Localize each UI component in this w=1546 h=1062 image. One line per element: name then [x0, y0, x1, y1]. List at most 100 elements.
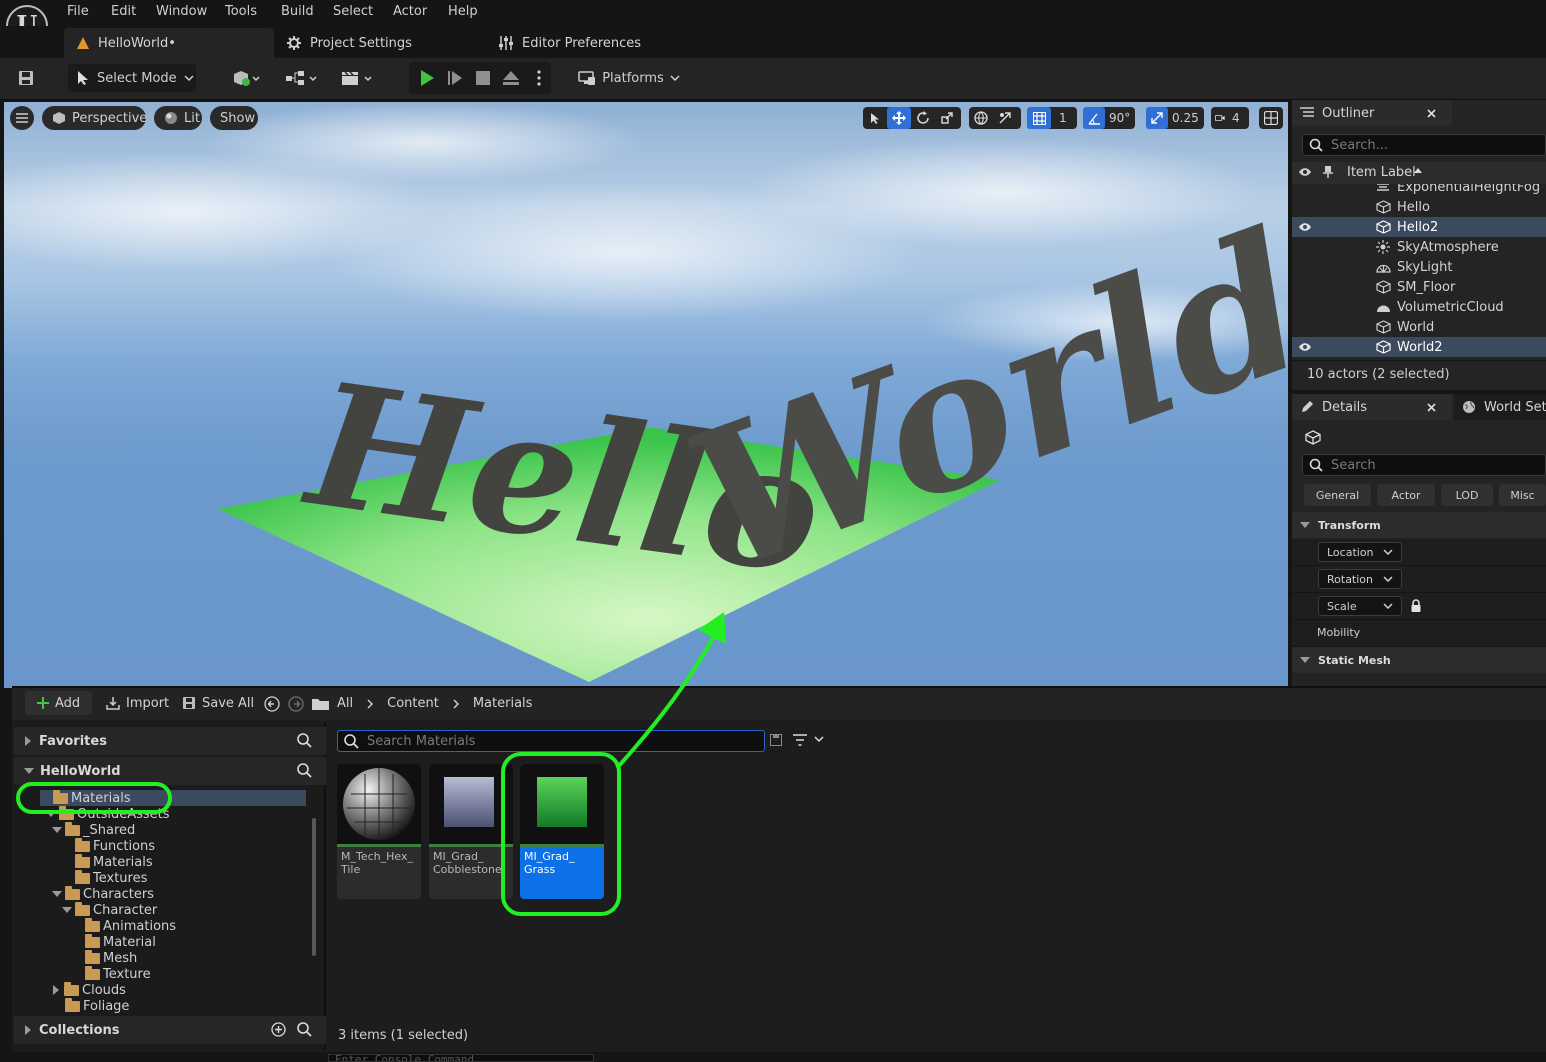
project-header[interactable]: HelloWorld	[14, 757, 326, 785]
scale-tool[interactable]	[935, 107, 959, 129]
outliner-row[interactable]: ExponentialHeightFog	[1292, 184, 1546, 197]
lit-button[interactable]: Lit	[154, 106, 202, 130]
tree-item[interactable]: Functions	[75, 837, 155, 854]
outliner-row[interactable]: SkyAtmosphere	[1292, 237, 1546, 257]
world-settings-tab[interactable]: World Settin	[1454, 394, 1546, 420]
collections-header[interactable]: Collections	[14, 1016, 326, 1044]
import-button[interactable]: Import	[106, 691, 169, 715]
scale-dropdown[interactable]: Scale	[1318, 596, 1402, 616]
console-input[interactable]: Enter Console Command	[328, 1054, 594, 1062]
tree-item[interactable]: Animations	[85, 917, 176, 934]
tree-item[interactable]: Character	[62, 901, 157, 918]
tree-item[interactable]: Clouds	[53, 981, 126, 998]
search-icon[interactable]	[297, 1022, 312, 1037]
step-button[interactable]	[442, 64, 468, 92]
folder-icon[interactable]	[312, 697, 329, 710]
location-dropdown[interactable]: Location	[1318, 542, 1402, 562]
menu-window[interactable]: Window	[156, 4, 207, 19]
static-mesh-section-header[interactable]: Static Mesh	[1292, 647, 1546, 673]
details-search-input[interactable]: Search	[1302, 454, 1546, 476]
outliner-row-selected[interactable]: World2	[1292, 337, 1546, 357]
visibility-eye-icon[interactable]	[1292, 222, 1318, 232]
tree-scrollbar[interactable]	[312, 818, 316, 956]
add-actor-button[interactable]	[226, 64, 266, 92]
viewport-layout-button[interactable]	[1259, 107, 1283, 129]
tree-item[interactable]: Materials	[75, 853, 153, 870]
transform-section-header[interactable]: Transform	[1292, 512, 1546, 538]
outliner-row[interactable]: World	[1292, 317, 1546, 337]
breadcrumb-content[interactable]: Content	[387, 696, 439, 711]
outliner-search-input[interactable]: Search...	[1302, 134, 1546, 156]
search-icon[interactable]	[297, 763, 312, 778]
tree-item[interactable]: Mesh	[85, 949, 137, 966]
surface-snap-icon[interactable]	[993, 107, 1017, 129]
pin-column-icon[interactable]	[1323, 165, 1333, 179]
platforms-dropdown[interactable]: Platforms	[578, 64, 680, 92]
details-tab[interactable]: Details	[1292, 394, 1452, 420]
menu-actor[interactable]: Actor	[393, 4, 427, 19]
outliner-row[interactable]: Hello	[1292, 197, 1546, 217]
asset-tile[interactable]: MI_Grad_ Cobblestone	[429, 764, 513, 899]
tree-item[interactable]: Characters	[52, 885, 154, 902]
stop-button[interactable]	[470, 64, 496, 92]
show-button[interactable]: Show	[210, 106, 258, 130]
visibility-eye-icon[interactable]	[1292, 342, 1318, 352]
asset-tile[interactable]: M_Tech_Hex_ Tile	[337, 764, 421, 899]
filter-icon[interactable]	[793, 734, 825, 746]
close-icon[interactable]	[1427, 108, 1436, 118]
visibility-column-icon[interactable]	[1298, 166, 1312, 178]
select-mode-dropdown[interactable]: Select Mode	[68, 64, 196, 92]
menu-tools[interactable]: Tools	[225, 4, 257, 19]
category-general[interactable]: General	[1304, 484, 1371, 506]
tree-item[interactable]: Foliage	[65, 997, 129, 1013]
outliner-tab[interactable]: Outliner	[1292, 100, 1452, 126]
sort-ascending-icon[interactable]	[1414, 167, 1422, 173]
menu-help[interactable]: Help	[448, 4, 478, 19]
breadcrumb-all[interactable]: All	[337, 696, 353, 711]
cinematics-button[interactable]	[338, 64, 378, 92]
rotate-tool[interactable]	[911, 107, 935, 129]
tree-item[interactable]: Textures	[75, 869, 147, 886]
perspective-button[interactable]: Perspective	[42, 106, 147, 130]
play-options-button[interactable]	[530, 64, 548, 92]
outliner-row[interactable]: SkyLight	[1292, 257, 1546, 277]
level-viewport[interactable]: Hello World	[4, 102, 1288, 688]
breadcrumb-materials[interactable]: Materials	[473, 696, 533, 711]
camera-speed-control[interactable]: 4	[1211, 107, 1249, 129]
menu-select[interactable]: Select	[333, 4, 373, 19]
tree-item[interactable]: _Shared	[52, 821, 135, 838]
close-icon[interactable]	[1427, 402, 1436, 412]
menu-file[interactable]: File	[67, 4, 89, 19]
outliner-row[interactable]: SM_Floor	[1292, 277, 1546, 297]
back-arrow-icon[interactable]	[264, 696, 280, 712]
menu-build[interactable]: Build	[281, 4, 314, 19]
tab-helloworld[interactable]: HelloWorld•	[64, 28, 274, 58]
viewport-menu-button[interactable]	[10, 106, 34, 130]
lock-icon[interactable]	[1410, 599, 1422, 613]
play-button[interactable]	[414, 64, 440, 92]
item-label-column[interactable]: Item Label	[1347, 165, 1416, 180]
blueprint-button[interactable]	[282, 64, 322, 92]
category-misc[interactable]: Misc	[1499, 484, 1546, 506]
rotation-dropdown[interactable]: Rotation	[1318, 569, 1402, 589]
add-button[interactable]: Add	[25, 691, 92, 715]
save-all-button[interactable]: Save All	[182, 691, 254, 715]
save-icon[interactable]	[12, 64, 40, 92]
grid-snap-control[interactable]: 1	[1027, 107, 1077, 129]
tree-item[interactable]: Texture	[85, 965, 151, 982]
tree-item[interactable]: OutsideAssets	[46, 805, 170, 822]
asset-search-input[interactable]: Search Materials	[337, 730, 765, 752]
save-search-icon[interactable]	[770, 734, 782, 746]
search-icon[interactable]	[297, 733, 312, 748]
tab-project-settings[interactable]: Project Settings	[274, 28, 474, 58]
tab-editor-preferences[interactable]: Editor Preferences	[486, 28, 706, 58]
favorites-header[interactable]: Favorites	[14, 727, 326, 755]
rotation-snap-control[interactable]: 90°	[1083, 107, 1135, 129]
eject-button[interactable]	[498, 64, 524, 92]
category-actor[interactable]: Actor	[1377, 484, 1435, 506]
world-space-icon[interactable]	[969, 107, 993, 129]
category-lod[interactable]: LOD	[1441, 484, 1493, 506]
tree-item-materials-selected[interactable]: Materials	[40, 789, 306, 806]
scale-snap-control[interactable]: 0.25	[1146, 107, 1204, 129]
select-tool[interactable]	[863, 107, 887, 129]
